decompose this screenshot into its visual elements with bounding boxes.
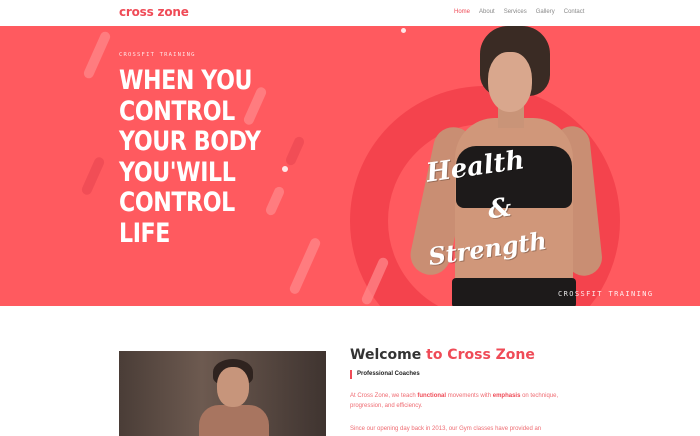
hero-subtitle: CROSSFIT TRAINING	[119, 52, 196, 58]
brush-text-ampersand: &	[486, 192, 514, 226]
paragraph-emphasis: emphasis	[492, 393, 521, 399]
hero-headline: WHEN YOU CONTROL YOUR BODY YOU'WILL CONT…	[119, 65, 319, 249]
nav-contact[interactable]: Contact	[564, 9, 585, 15]
hero-tagline: CROSSFIT TRAINING	[558, 290, 654, 298]
site-logo[interactable]: cross zone	[119, 5, 189, 19]
nav-services[interactable]: Services	[504, 9, 527, 15]
nav-gallery[interactable]: Gallery	[536, 9, 555, 15]
welcome-photo	[119, 351, 326, 436]
athlete-face	[488, 52, 532, 112]
hero-banner: CROSSFIT TRAINING WHEN YOU CONTROL YOUR …	[0, 26, 700, 306]
welcome-heading: Welcome to Cross Zone	[350, 347, 535, 363]
photo-person-body	[199, 405, 269, 436]
paragraph-text: At Cross Zone, we teach	[350, 393, 418, 399]
headline-line: YOU'WILL	[119, 156, 236, 188]
nav-home[interactable]: Home	[454, 9, 470, 15]
welcome-paragraph: Since our opening day back in 2013, our …	[350, 426, 542, 432]
section-label: Professional Coaches	[350, 370, 420, 379]
welcome-paragraph: At Cross Zone, we teach functional movem…	[350, 391, 580, 411]
main-nav: Home About Services Gallery Contact	[454, 9, 584, 15]
nav-about[interactable]: About	[479, 9, 495, 15]
paragraph-text: movements with	[446, 393, 493, 399]
decor-streak	[82, 30, 112, 80]
site-header: cross zone Home About Services Gallery C…	[0, 0, 700, 26]
photo-person-head	[217, 367, 249, 407]
headline-line: CONTROL	[119, 95, 235, 127]
paragraph-emphasis: functional	[417, 393, 447, 399]
decor-streak	[80, 155, 106, 197]
headline-line: WHEN YOU	[119, 65, 253, 96]
headline-line: YOUR BODY	[119, 126, 261, 157]
welcome-heading-accent: to Cross Zone	[426, 347, 535, 363]
headline-line: CONTROL	[119, 187, 235, 218]
headline-line: LIFE	[119, 217, 170, 249]
welcome-heading-prefix: Welcome	[350, 347, 427, 363]
